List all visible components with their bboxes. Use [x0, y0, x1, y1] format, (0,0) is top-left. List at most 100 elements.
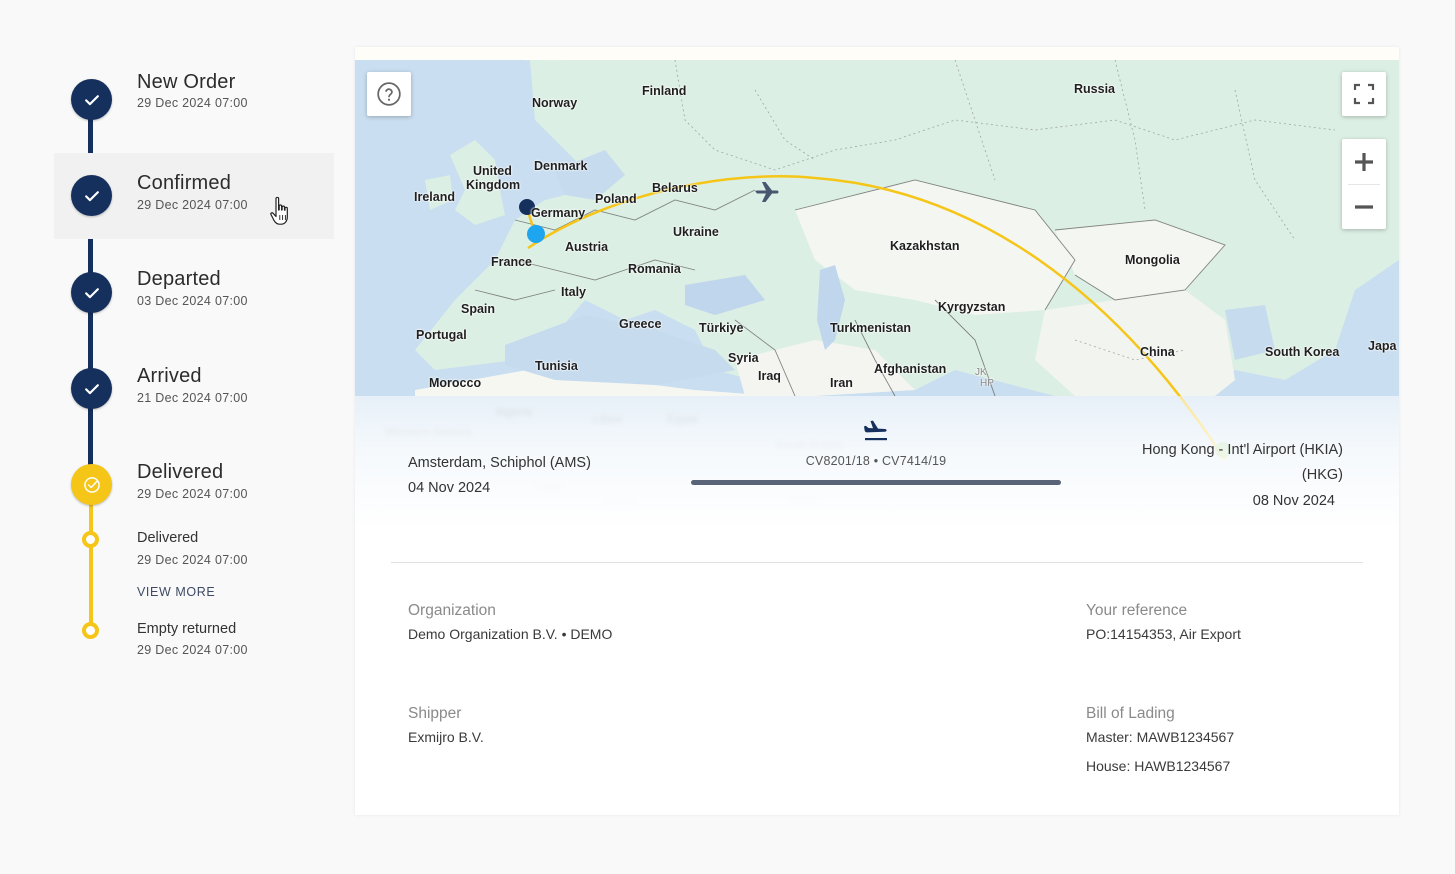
plus-icon: [1355, 152, 1373, 171]
map-label: Morocco: [429, 376, 482, 390]
organization-value: Demo Organization B.V. • DEMO: [408, 626, 613, 642]
map-label: Austria: [565, 240, 609, 254]
timeline-step-delivered[interactable]: Delivered 29 Dec 2024 07:00: [54, 443, 334, 529]
card-top-strip: [355, 47, 1399, 60]
check-icon: [71, 272, 112, 313]
route-destination: Hong Kong - Int'l Airport (HKIA) (HKG) 0…: [1043, 438, 1343, 509]
map-label: Syria: [728, 351, 759, 365]
master-bill-value: Master: MAWB1234567: [1086, 729, 1235, 745]
organization-field: Organization Demo Organization B.V. • DE…: [408, 602, 612, 642]
reference-label: Your reference: [1086, 602, 1188, 619]
step-date: 29 Dec 2024 07:00: [137, 487, 248, 501]
shipper-field: Shipper Exmijro B.V.: [408, 705, 484, 745]
map-label: China: [1140, 345, 1175, 359]
map-label: Turkmenistan: [830, 321, 912, 335]
map-label: HP: [980, 378, 994, 389]
substep-title: Empty returned: [137, 621, 237, 637]
timeline-step-new-order[interactable]: New Order 29 Dec 2024 07:00: [54, 55, 334, 141]
substep-date: 29 Dec 2024 07:00: [137, 553, 248, 567]
map-label: Mongolia: [1125, 253, 1180, 267]
flight-numbers: CV8201/18 • CV7414/19: [805, 454, 947, 468]
map-label: Iraq: [758, 369, 781, 383]
house-bill-value: House: HAWB1234567: [1086, 758, 1231, 774]
map-label: Iran: [830, 376, 853, 390]
zoom-out-button[interactable]: [1342, 184, 1386, 229]
map-label: Kingdom: [466, 178, 521, 192]
map-label: JK: [975, 367, 987, 378]
step-title: Confirmed: [137, 172, 232, 194]
destination-date: 08 Nov 2024: [1252, 493, 1335, 509]
substep-node: [82, 622, 99, 639]
step-date: 03 Dec 2024 07:00: [137, 294, 248, 308]
map-label: Poland: [595, 192, 637, 206]
map-label: Belarus: [652, 181, 698, 195]
destination-place: Hong Kong - Int'l Airport (HKIA): [1141, 442, 1343, 458]
map-label: Romania: [628, 262, 681, 276]
check-icon: [71, 175, 112, 216]
substep-title: Delivered: [137, 530, 199, 546]
substep-node: [82, 531, 99, 548]
fullscreen-icon: [1353, 83, 1375, 105]
hand-cursor-icon: [270, 196, 288, 225]
bill-of-lading-field: Bill of Lading Master: MAWB1234567 House…: [1086, 705, 1234, 774]
bill-of-lading-label: Bill of Lading: [1086, 705, 1175, 722]
map-label: Norway: [532, 96, 578, 110]
view-more-link[interactable]: VIEW MORE: [137, 585, 215, 599]
destination-code: (HKG): [1301, 467, 1343, 483]
map-zoom-controls: [1342, 139, 1386, 229]
map-label: Kazakhstan: [890, 239, 960, 253]
shipper-value: Exmijro B.V.: [408, 729, 484, 745]
step-date: 21 Dec 2024 07:00: [137, 391, 248, 405]
origin-date: 04 Nov 2024: [408, 480, 491, 496]
substep-date: 29 Dec 2024 07:00: [137, 643, 248, 657]
map-label: Sweden: [523, 60, 570, 62]
map-label: Denmark: [534, 159, 588, 173]
map-label: South Korea: [1265, 345, 1340, 359]
map-fullscreen-button[interactable]: [1342, 72, 1386, 116]
route-origin: Amsterdam, Schiphol (AMS) 04 Nov 2024: [408, 455, 591, 496]
route-map[interactable]: Sweden Finland Norway Russia Denmark Uni…: [355, 60, 1399, 530]
map-label: Spain: [461, 302, 496, 316]
step-title: Delivered: [137, 461, 224, 483]
map-label: Germany: [531, 206, 586, 220]
step-title: Arrived: [137, 365, 202, 387]
map-label: Kyrgyzstan: [938, 300, 1006, 314]
reference-field: Your reference PO:14154353, Air Export: [1086, 602, 1241, 642]
route-progress-bar: [691, 480, 1061, 485]
step-title: Departed: [137, 268, 221, 290]
timeline-step-departed[interactable]: Departed 03 Dec 2024 07:00: [54, 250, 334, 336]
timeline-step-arrived[interactable]: Arrived 21 Dec 2024 07:00: [54, 347, 334, 433]
organization-label: Organization: [408, 602, 496, 619]
map-help-button[interactable]: [367, 72, 411, 116]
map-label: Portugal: [416, 328, 467, 342]
step-date: 29 Dec 2024 07:00: [137, 96, 248, 110]
step-date: 29 Dec 2024 07:00: [137, 198, 248, 212]
map-label: Ireland: [414, 190, 455, 204]
map-label: Russia: [1074, 82, 1115, 96]
check-icon: [71, 79, 112, 120]
reference-value: PO:14154353, Air Export: [1086, 626, 1241, 642]
question-circle-icon: [377, 82, 401, 106]
map-label: Türkiye: [699, 321, 744, 335]
map-label: Japa: [1368, 339, 1397, 353]
zoom-separator: [1348, 184, 1380, 185]
shipment-card: Sweden Finland Norway Russia Denmark Uni…: [355, 47, 1399, 815]
minus-icon: [1355, 204, 1373, 209]
map-label: Italy: [561, 285, 587, 299]
origin-place: Amsterdam, Schiphol (AMS): [408, 455, 591, 471]
zoom-in-button[interactable]: [1342, 139, 1386, 184]
map-label: Tunisia: [535, 359, 578, 373]
map-label: United: [473, 164, 512, 178]
check-circle-icon: [71, 464, 112, 505]
map-label: France: [491, 255, 532, 269]
check-icon: [71, 368, 112, 409]
map-label: Finland: [642, 84, 687, 98]
shipment-timeline: New Order 29 Dec 2024 07:00 Confirmed 29…: [54, 60, 334, 680]
section-divider: [391, 562, 1363, 563]
map-label: Afghanistan: [874, 362, 947, 376]
map-label: Greece: [619, 317, 662, 331]
route-transport: CV8201/18 • CV7414/19: [691, 417, 1061, 485]
flight-land-icon: [864, 420, 887, 441]
step-title: New Order: [137, 71, 236, 93]
current-location-marker[interactable]: [527, 225, 545, 243]
